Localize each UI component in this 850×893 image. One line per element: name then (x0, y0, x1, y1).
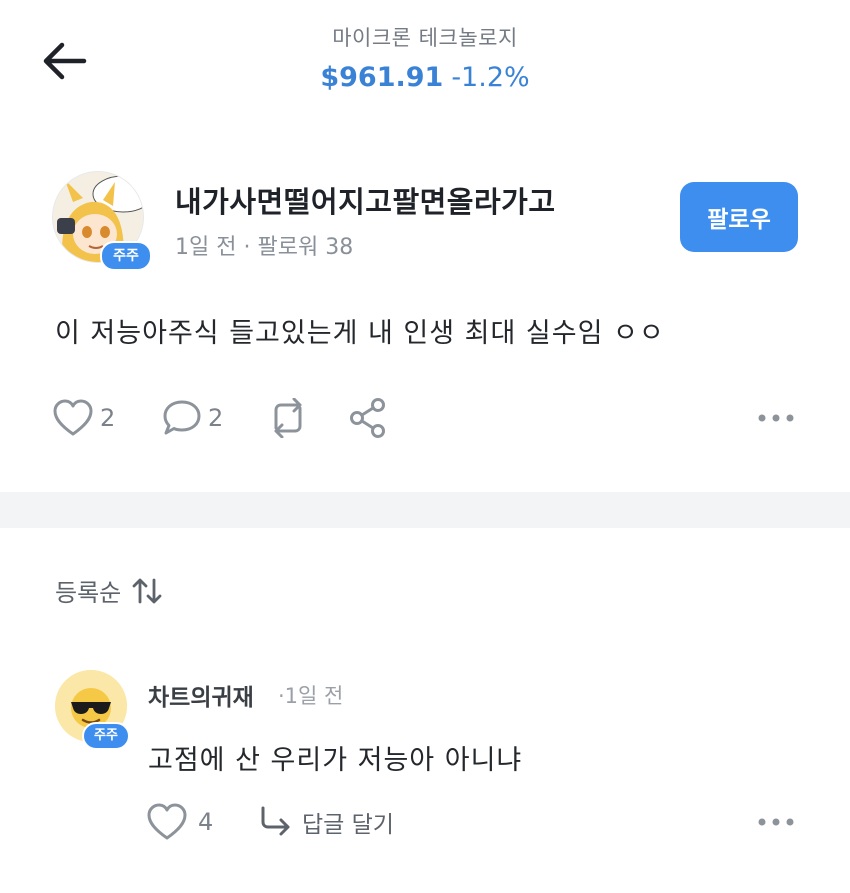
comment-actions: 4 답글 달기 (0, 798, 850, 848)
stock-name: 마이크론 테크놀로지 (332, 26, 518, 50)
sort-icon (132, 578, 162, 603)
heart-icon (53, 399, 93, 436)
share-icon (350, 398, 385, 438)
reply-arrow-icon (261, 806, 290, 836)
comment-like-button[interactable]: 4 (146, 798, 213, 846)
repost-icon (274, 398, 302, 438)
stock-price: $961.91 (320, 62, 444, 93)
more-icon (758, 818, 794, 826)
reply-label: 답글 달기 (302, 812, 394, 838)
share-button[interactable] (348, 394, 388, 442)
comment-like-count: 4 (198, 808, 214, 836)
follow-button[interactable]: 팔로우 (680, 182, 798, 252)
sort-label: 등록순 (55, 579, 122, 607)
comment-time: ·1일 전 (278, 684, 344, 708)
post-text: 이 저능아주식 들고있는게 내 인생 최대 실수임 ㅇㅇ (55, 318, 665, 349)
comment-text: 고점에 산 우리가 저능아 아니냐 (148, 745, 523, 776)
stock-change: -1.2% (451, 62, 530, 93)
comment-more-button[interactable] (756, 798, 796, 846)
stock-price-line: $961.91 -1.2% (0, 62, 850, 93)
post-actions: 2 2 (0, 394, 850, 444)
comment-icon (163, 400, 201, 435)
sort-toggle[interactable]: 등록순 (55, 573, 163, 608)
post-meta: 1일 전 · 팔로워 38 (175, 229, 353, 261)
more-icon (758, 414, 794, 422)
follower-count: 팔로워 38 (257, 235, 354, 260)
heart-icon (147, 803, 187, 840)
top-bar: 마이크론 테크놀로지 $961.91 -1.2% (0, 0, 850, 110)
post-author-name[interactable]: 내가사면떨어지고팔면올라가고 (175, 179, 556, 221)
comment-count: 2 (208, 404, 224, 432)
like-button[interactable]: 2 (52, 394, 115, 442)
shareholder-badge: 주주 (100, 241, 152, 271)
post-more-button[interactable] (756, 394, 796, 442)
comment-author-name[interactable]: 차트의귀재 (148, 678, 254, 712)
shareholder-badge: 주주 (82, 722, 130, 750)
stock-header[interactable]: 마이크론 테크놀로지 $961.91 -1.2% (0, 22, 850, 93)
like-count: 2 (100, 404, 116, 432)
section-divider (0, 492, 850, 528)
reply-button[interactable]: 답글 달기 (258, 798, 394, 846)
repost-button[interactable] (266, 394, 310, 442)
comment-button[interactable]: 2 (162, 394, 223, 442)
meta-separator: · (243, 235, 251, 260)
post-time: 1일 전 (175, 235, 237, 260)
